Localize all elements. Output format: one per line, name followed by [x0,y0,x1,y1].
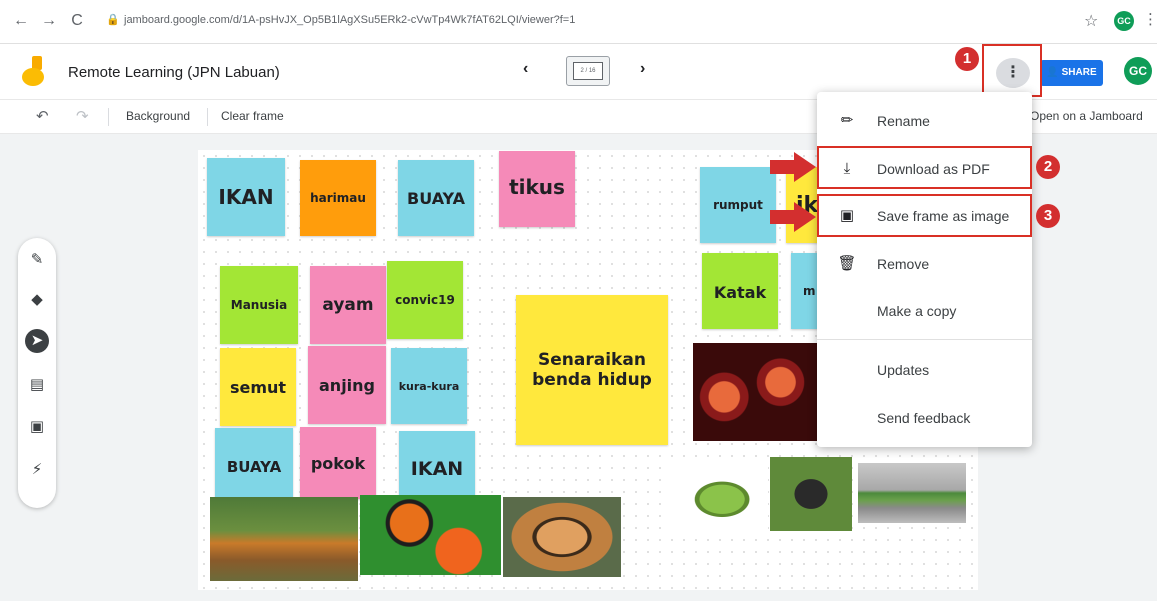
browser-profile-avatar[interactable]: GC [1114,11,1134,31]
sticky-note[interactable]: m [791,253,819,329]
undo-icon[interactable]: ↶ [36,107,49,125]
menu-item-send-feedback[interactable]: Send feedback [817,397,1032,439]
sticky-note[interactable]: Senaraikan benda hidup [516,295,668,445]
pencil-icon: ✏ [840,112,854,129]
eraser-icon[interactable]: ◆ [25,288,49,312]
divider [108,108,109,126]
document-title[interactable]: Remote Learning (JPN Labuan) [68,64,280,81]
jamboard-logo-icon[interactable] [22,56,48,88]
bookmark-star-icon[interactable]: ☆ [1084,11,1098,31]
sticky-note[interactable]: Katak [702,253,778,329]
more-options-highlight [982,44,1042,97]
pen-icon[interactable]: ✎ [25,248,49,272]
virus-image[interactable] [693,343,818,441]
menu-item-label: Make a copy [877,303,957,319]
sticky-note[interactable]: rumput [700,167,776,243]
frame-indicator: 2 / 16 [573,62,603,80]
share-button[interactable]: 👤 SHARE [1040,60,1103,86]
redo-icon[interactable]: ↷ [76,107,89,125]
step-badge-1: 1 [955,47,979,71]
back-arrow-icon[interactable]: ← [10,10,32,32]
sticky-note[interactable]: anjing [308,346,386,424]
sticky-note[interactable]: kura-kura [391,348,467,424]
roaring-tiger-image[interactable] [503,497,621,577]
browser-menu-icon[interactable]: ⋮ [1143,10,1157,28]
background-button[interactable]: Background [126,109,190,123]
forward-arrow-icon[interactable]: → [38,10,60,32]
menu-item-updates[interactable]: Updates [817,349,1032,391]
sticky-note[interactable]: harimau [300,160,376,236]
next-frame-chevron-icon[interactable]: › [640,60,645,78]
download-pdf-highlight [817,146,1032,189]
lock-icon: 🔒 [106,14,120,26]
divider [207,108,208,126]
sticky-note[interactable]: BUAYA [215,428,293,506]
sticky-note[interactable]: semut [220,348,296,426]
menu-item-make-copy[interactable]: Make a copy [817,290,1032,332]
avatar[interactable]: GC [1124,57,1152,85]
gorilla-image[interactable] [770,457,852,531]
previous-frame-chevron-icon[interactable]: ‹ [523,60,528,78]
sticky-note[interactable]: ayam [310,266,386,344]
browser-toolbar: ← → C 🔒 jamboard.google.com/d/1A-psHvJX_… [0,0,1157,44]
select-cursor-icon[interactable]: ➤ [25,329,49,353]
sticky-note[interactable]: IKAN [207,158,285,236]
red-arrow-icon [770,202,816,232]
open-on-jamboard-button[interactable]: Open on a Jamboard [1030,109,1143,123]
add-image-icon[interactable]: ▣ [25,415,49,439]
sticky-note[interactable]: Manusia [220,266,298,344]
sticky-note[interactable]: BUAYA [398,160,474,236]
trash-icon: 🗑 [837,255,857,272]
divider [817,339,1032,340]
laser-icon[interactable]: ⚡ [25,458,49,482]
red-arrow-icon [770,152,816,182]
sticky-note[interactable]: tikus [499,151,575,227]
step-badge-2: 2 [1036,155,1060,179]
menu-item-label: Rename [877,113,930,129]
tool-rail: ✎ ◆ ➤ ▤ ▣ ⚡ [18,238,56,508]
share-label: SHARE [1061,67,1097,78]
menu-item-label: Updates [877,362,930,378]
sticky-note-icon[interactable]: ▤ [25,373,49,397]
person-add-icon: 👤 [1046,67,1062,78]
address-bar[interactable]: 🔒 jamboard.google.com/d/1A-psHvJX_Op5B1l… [100,6,1070,36]
url-text: jamboard.google.com/d/1A-psHvJX_Op5B1lAg… [124,14,576,26]
menu-item-label: Remove [877,256,930,272]
frame-bar-button[interactable]: 2 / 16 [566,56,610,86]
save-image-highlight [817,194,1032,237]
sticky-note[interactable]: pokok [300,427,376,499]
menu-item-remove[interactable]: 🗑 Remove [817,243,1032,285]
butterfly-image[interactable] [360,495,501,575]
clear-frame-button[interactable]: Clear frame [221,109,284,123]
iguana-image[interactable] [858,463,966,523]
tiger-image[interactable] [210,497,358,581]
sticky-note[interactable]: convic19 [387,261,463,339]
step-badge-3: 3 [1036,204,1060,228]
frog-image[interactable] [666,463,768,529]
menu-item-rename[interactable]: ✏ Rename [817,100,1032,142]
menu-item-label: Send feedback [877,410,971,426]
reload-icon[interactable]: C [66,10,88,32]
